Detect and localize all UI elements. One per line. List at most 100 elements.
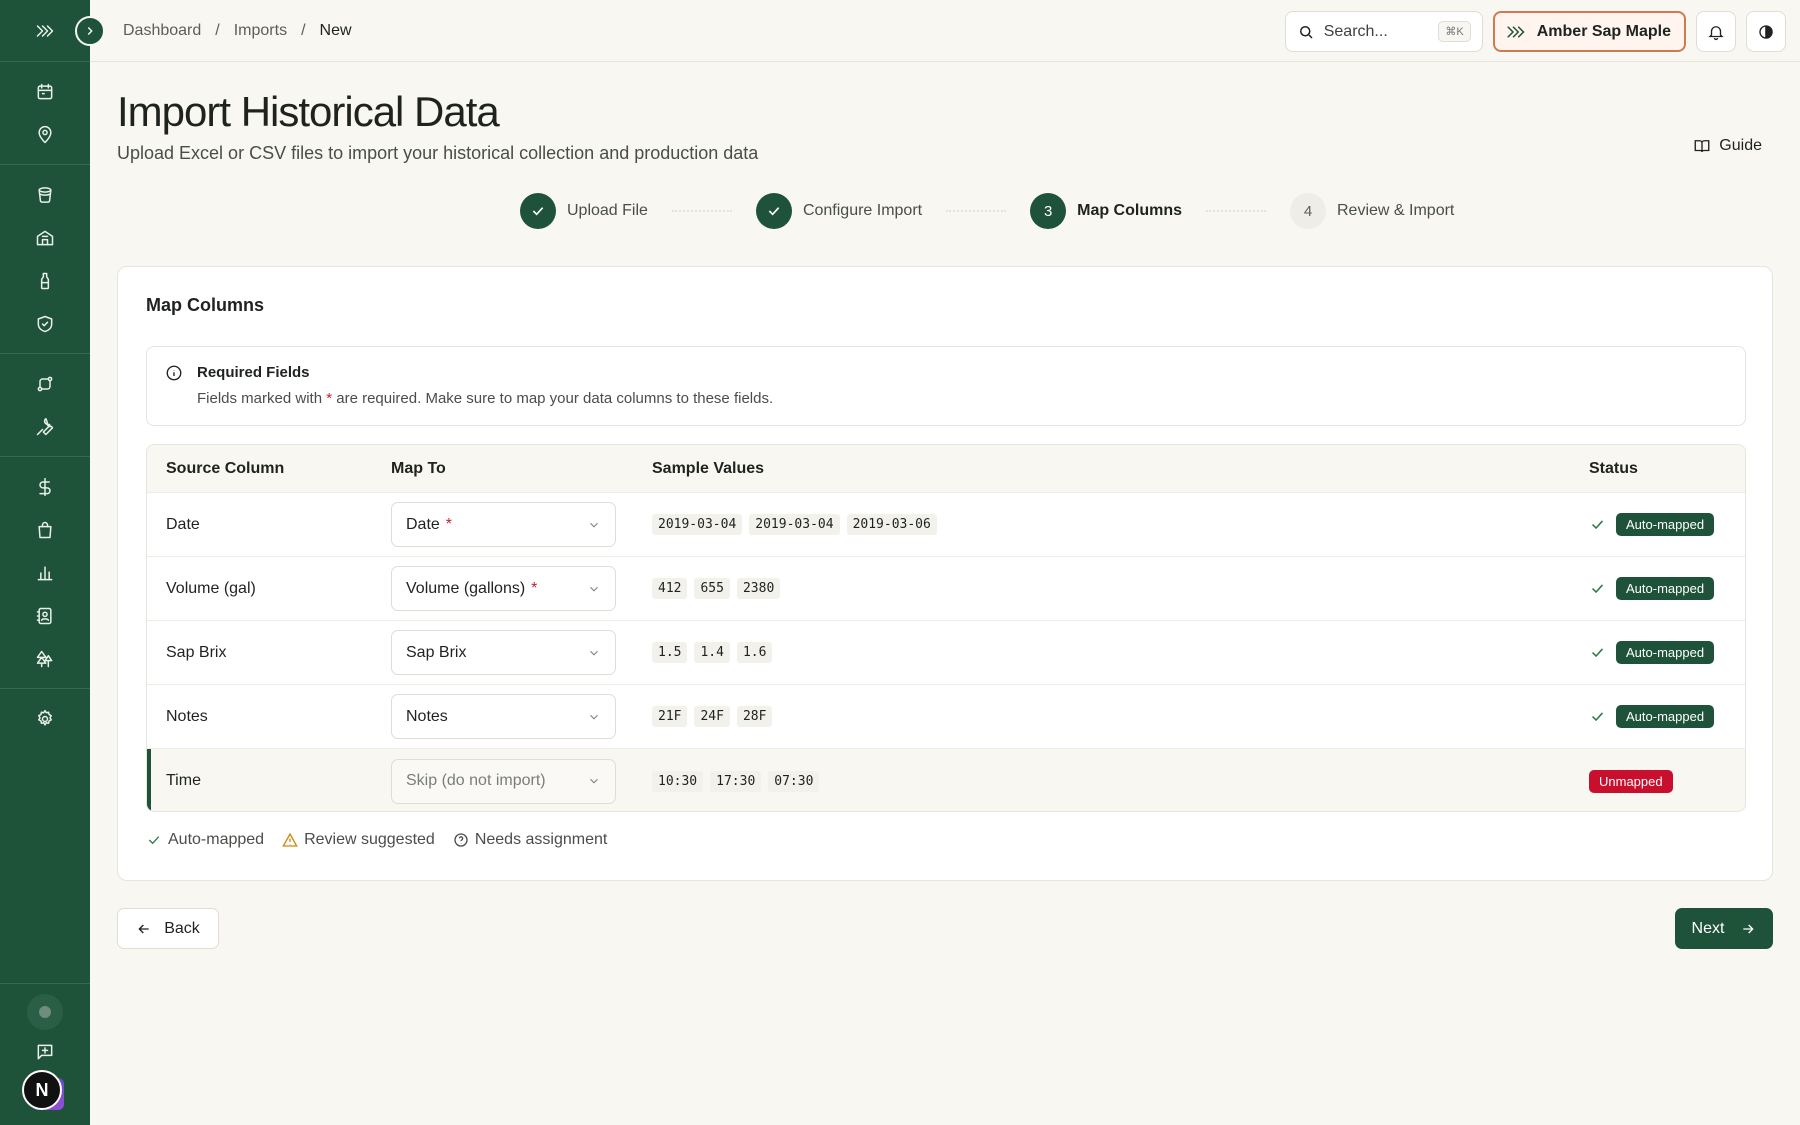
feedback-icon[interactable] [23,1030,67,1073]
check-icon [148,836,160,845]
step-number: 4 [1290,193,1326,229]
map-to-select[interactable]: Date * [391,502,616,547]
step-label: Configure Import [802,202,923,219]
required-asterisk: * [326,390,333,407]
sample-value: 2019-03-06 [846,514,937,535]
guide-label: Guide [1719,137,1762,154]
check-icon [532,207,544,216]
step-label: Map Columns [1077,202,1182,219]
wrench-icon[interactable] [23,405,67,448]
org-switcher-button[interactable]: Amber Sap Maple [1492,11,1686,52]
sample-values: 1.5 1.4 1.6 [652,642,773,663]
mapping-status: Auto-mapped [1589,577,1715,600]
alert-body-prefix: Fields marked with [197,390,323,407]
bar-chart-icon[interactable] [23,551,67,594]
page-subtitle: Upload Excel or CSV files to import your… [117,143,759,163]
step-connector [671,210,732,212]
import-stepper: Upload File Configure Import 3 Map Colum… [520,193,1454,229]
sample-values: 10:30 17:30 07:30 [652,770,820,792]
map-to-select[interactable]: Skip (do not import) [391,758,616,804]
shield-icon[interactable] [23,302,67,345]
info-icon [166,365,182,381]
search-icon [1299,25,1313,39]
next-button[interactable]: Next [1675,908,1773,949]
legend-label: Needs assignment [474,831,608,848]
bucket-icon[interactable] [23,173,67,216]
alert-body: Fields marked with * are required. Make … [197,390,773,407]
breadcrumb-separator: / [215,21,220,39]
alert-body-suffix: are required. Make sure to map your data… [336,390,774,407]
check-icon [1591,712,1604,722]
step-complete-indicator [520,193,556,229]
legend-needs-assignment: Needs assignment [453,831,608,849]
select-value: Sap Brix [406,643,467,661]
sample-value: 1.4 [694,642,730,663]
chevron-down-icon [590,714,598,719]
bottle-icon[interactable] [23,259,67,302]
step-complete-indicator [755,193,792,229]
back-label: Back [164,919,200,937]
step-upload-file[interactable]: Upload File [520,193,648,229]
breadcrumb-separator: / [301,21,306,39]
map-to-select[interactable]: Sap Brix [391,630,616,675]
alert-title: Required Fields [197,364,310,381]
table-row: Notes Notes 21F 24F 28F Auto-mapped [147,685,1745,749]
shopping-bag-icon[interactable] [23,508,67,551]
required-fields-alert: Required Fields Fields marked with * are… [146,346,1746,426]
sugarhouse-icon[interactable] [23,216,67,259]
status-badge: Auto-mapped [1616,513,1715,536]
sidebar-group-operations [0,165,90,354]
table-header: Source Column Map To Sample Values Statu… [147,445,1745,493]
settings-icon[interactable] [23,697,67,740]
sample-value: 21F [652,706,688,727]
sample-value: 655 [694,578,730,599]
column-mapping-table: Source Column Map To Sample Values Statu… [146,444,1746,812]
sidebar-group-planning [0,62,90,165]
step-number: 3 [1030,193,1067,229]
routes-icon[interactable] [23,362,67,405]
back-button[interactable]: Back [117,908,219,949]
chevron-down-icon [590,586,598,591]
source-column-name: Volume (gal) [166,579,256,597]
sample-value: 2380 [736,578,781,599]
sample-values: 2019-03-04 2019-03-04 2019-03-06 [652,514,937,535]
topbar-actions: Search... ⌘K Amber Sap Maple [1284,11,1786,52]
contacts-icon[interactable] [23,594,67,637]
next-label: Next [1691,919,1725,937]
check-icon [1591,520,1604,530]
table-row: Volume (gal) Volume (gallons) * 412 655 … [147,557,1745,621]
map-to-select[interactable]: Volume (gallons) * [391,566,616,611]
header-status: Status [1589,459,1638,477]
org-chevrons-icon [1506,25,1525,38]
theme-toggle-button[interactable] [1746,11,1786,52]
check-icon [1591,584,1604,594]
guide-button[interactable]: Guide [1693,137,1762,155]
sidebar-toggle-button[interactable] [75,16,105,46]
step-connector [1206,210,1266,212]
header-sample-values: Sample Values [652,459,765,477]
dollar-icon[interactable] [23,465,67,508]
calendar-icon[interactable] [23,70,67,113]
breadcrumb-imports[interactable]: Imports [234,22,287,40]
topbar: Dashboard / Imports / New Search... ⌘K A… [90,0,1800,62]
breadcrumb-current: New [319,21,352,39]
mapping-status: Auto-mapped [1589,641,1715,664]
trees-icon[interactable] [23,637,67,680]
chevron-down-icon [590,778,598,784]
breadcrumb-dashboard[interactable]: Dashboard [123,22,201,40]
step-review-import[interactable]: 4 Review & Import [1290,193,1454,229]
arrow-right-icon [1743,924,1755,933]
map-to-select[interactable]: Notes [391,694,616,739]
step-configure-import[interactable]: Configure Import [755,193,923,229]
warning-icon [282,832,298,847]
table-row: Sap Brix Sap Brix 1.5 1.4 1.6 Auto-mappe… [147,621,1745,685]
check-icon [1591,648,1604,658]
search-input[interactable]: Search... ⌘K [1284,11,1483,52]
step-map-columns[interactable]: 3 Map Columns [1030,193,1182,229]
source-column-name: Notes [166,707,208,725]
status-dot[interactable] [27,994,63,1030]
map-pin-icon[interactable] [23,113,67,156]
notifications-button[interactable] [1696,11,1736,52]
logo-chevrons-icon[interactable] [23,9,67,52]
user-avatar[interactable]: N [22,1070,62,1110]
